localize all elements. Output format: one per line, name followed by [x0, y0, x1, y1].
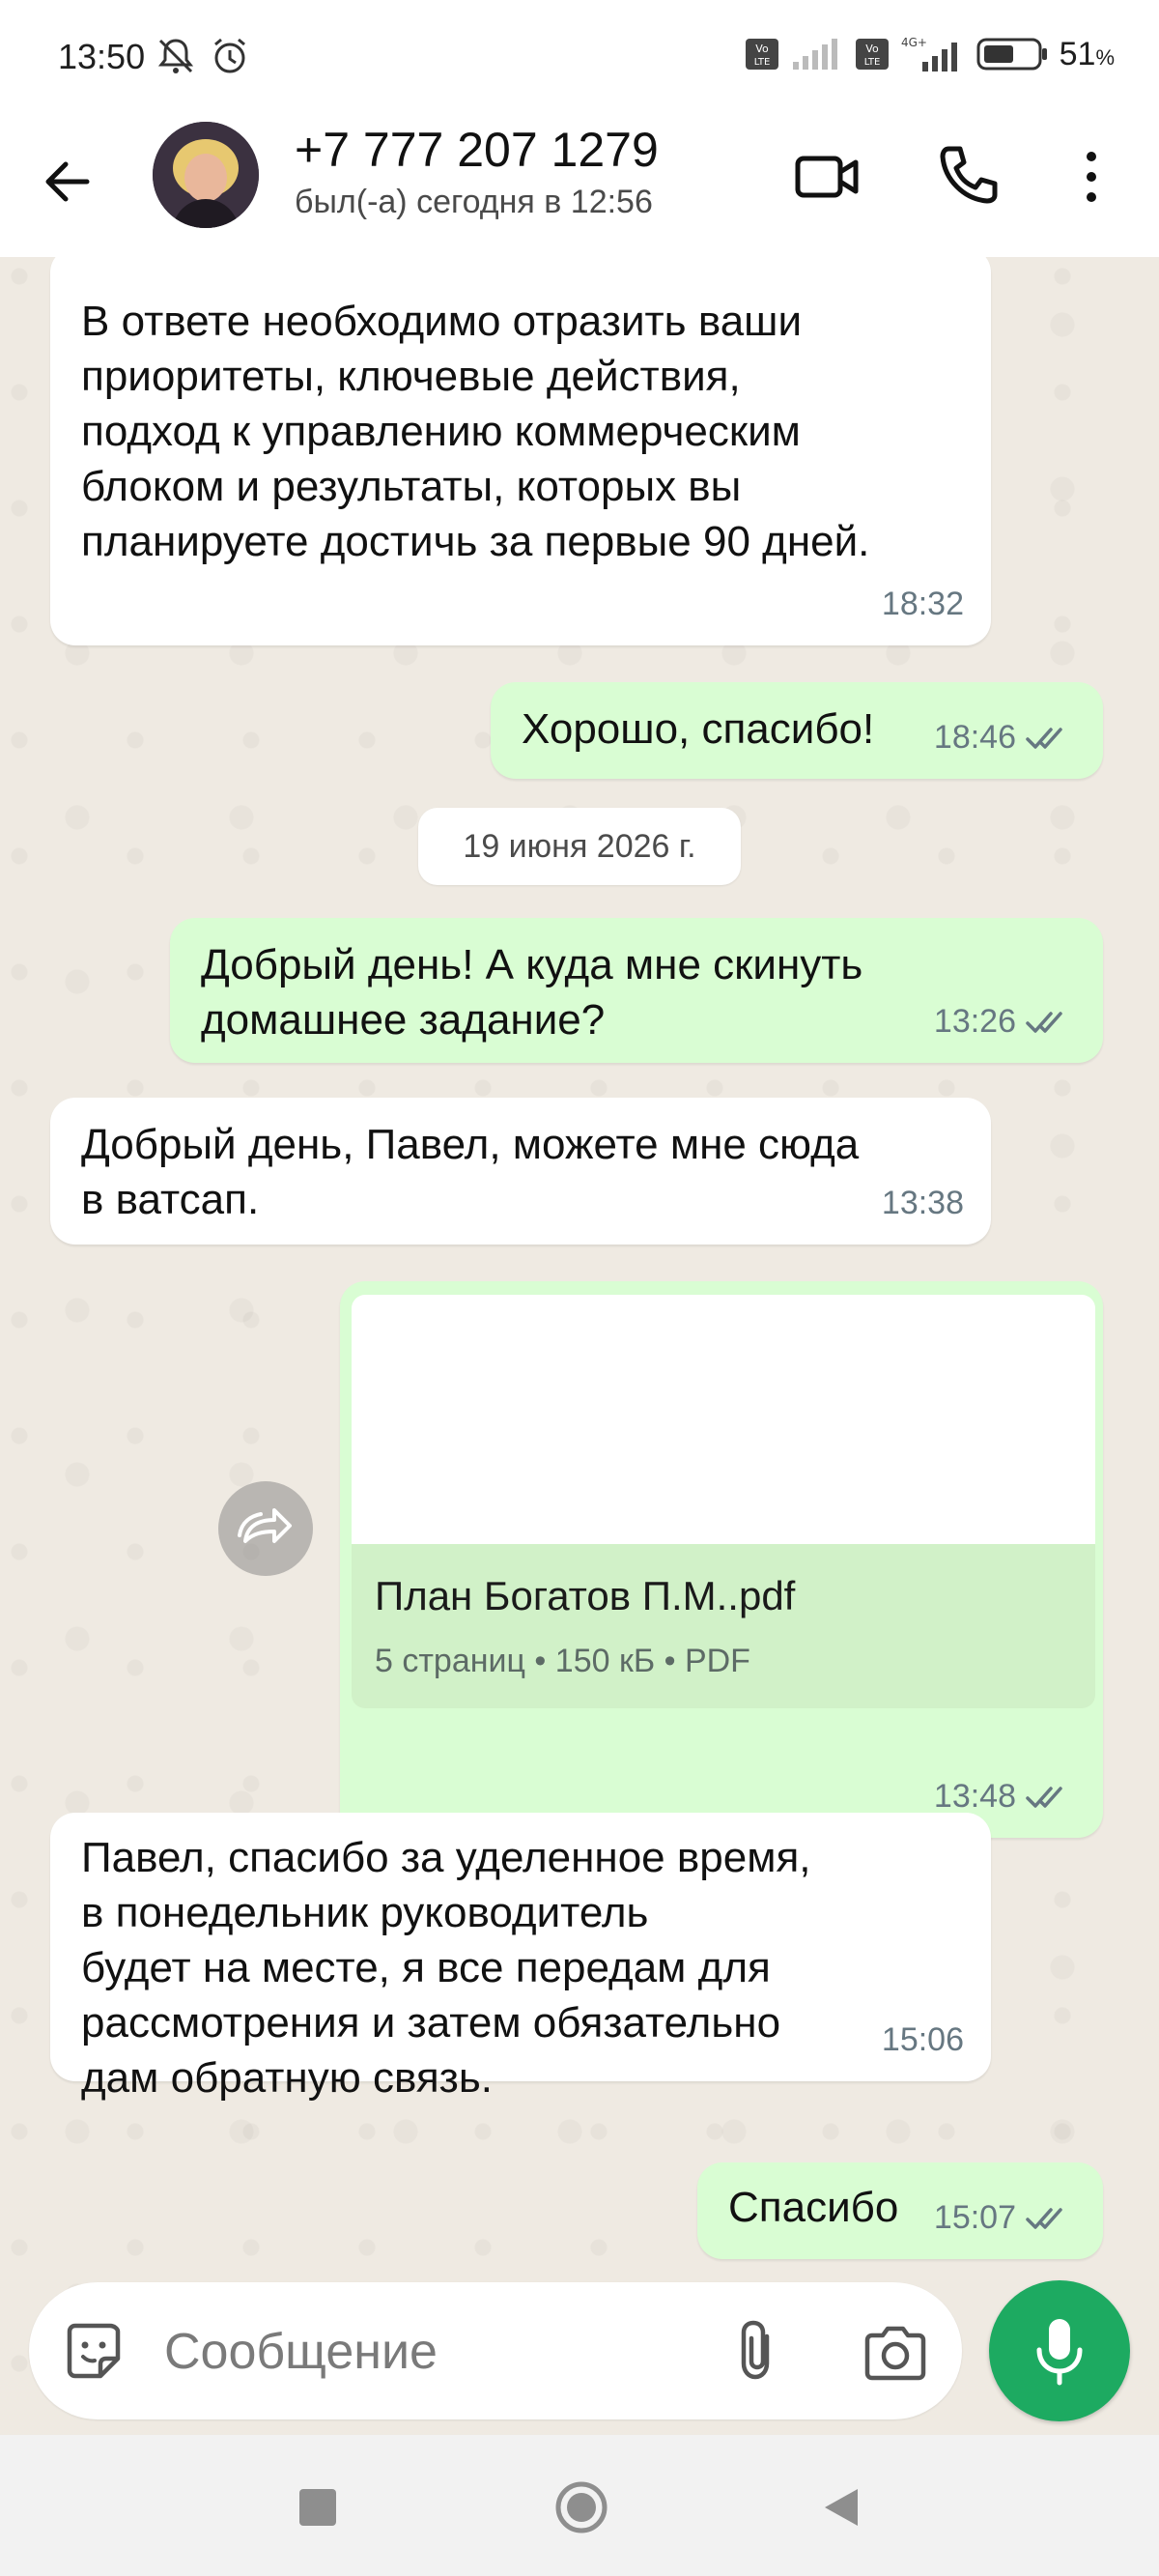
message-time: 15:07	[933, 2199, 1016, 2236]
message-meta: 15:07	[934, 2190, 1076, 2246]
document-info[interactable]: План Богатов П.М..pdf 5 страниц • 150 кБ…	[352, 1544, 1095, 1708]
status-bar: 13:50 Vo LTE Vo LTE 4G+ 51%	[0, 0, 1159, 108]
last-seen-status: был(-а) сегодня в 12:56	[295, 184, 653, 220]
outgoing-message[interactable]: Спасибо 15:07	[697, 2162, 1103, 2259]
document-preview[interactable]	[352, 1295, 1095, 1544]
read-receipt-icon	[1026, 1786, 1062, 1808]
forward-icon	[238, 1508, 292, 1543]
outgoing-message[interactable]: Добрый день! А куда мне скинуть домашнее…	[170, 918, 1103, 1063]
more-options-icon[interactable]	[1072, 143, 1111, 211]
message-input[interactable]: Сообщение	[164, 2323, 438, 2381]
forward-button[interactable]	[218, 1481, 313, 1576]
message-time: 18:46	[933, 719, 1016, 756]
message-meta: 18:46	[934, 710, 1076, 765]
battery-percent-unit: %	[1095, 44, 1115, 70]
status-icons-right: Vo LTE Vo LTE 4G+ 51%	[745, 35, 1115, 73]
message-text: Добрый день, Павел, можете мне сюда в ва…	[81, 1121, 860, 1223]
read-receipt-icon	[1026, 2207, 1062, 2229]
back-arrow-icon[interactable]	[39, 153, 97, 211]
recent-apps-button[interactable]	[299, 2489, 336, 2526]
mute-notifications-icon	[157, 39, 194, 73]
video-call-icon[interactable]	[794, 143, 862, 211]
document-details: 5 страниц • 150 кБ • PDF	[375, 1643, 750, 1679]
phone-call-icon[interactable]	[935, 141, 1003, 209]
battery-percent-value: 51	[1059, 35, 1096, 72]
signal-4g-icon: 4G+	[901, 36, 957, 72]
document-name: План Богатов П.М..pdf	[375, 1573, 796, 1618]
message-text: Павел, спасибо за уделенное время, в пон…	[81, 1834, 811, 2102]
incoming-message[interactable]: Добрый день, Павел, можете мне сюда в ва…	[50, 1098, 991, 1245]
svg-text:4G+: 4G+	[901, 36, 927, 49]
signal-strength-icon	[792, 39, 837, 70]
message-meta: 13:26	[934, 994, 1076, 1049]
chat-messages[interactable]: В ответе необходимо отразить ваши приори…	[0, 257, 1159, 2435]
message-meta: 18:32	[882, 577, 964, 632]
message-time: 15:06	[881, 2021, 964, 2058]
svg-text:LTE: LTE	[753, 57, 770, 68]
back-button[interactable]	[819, 2485, 862, 2530]
outgoing-message[interactable]: Хорошо, спасибо! 18:46	[491, 682, 1103, 779]
chat-header: +7 777 207 1279 был(-а) сегодня в 12:56	[0, 108, 1159, 258]
contact-name[interactable]: +7 777 207 1279	[295, 122, 659, 178]
svg-text:Vo: Vo	[755, 43, 769, 55]
read-receipt-icon	[1026, 1011, 1062, 1033]
volte-icon: Vo LTE	[745, 39, 778, 70]
message-text: В ответе необходимо отразить ваши приори…	[81, 298, 870, 565]
incoming-message[interactable]: Павел, спасибо за уделенное время, в пон…	[50, 1813, 991, 2102]
svg-text:Vo: Vo	[865, 43, 879, 55]
status-time: 13:50	[58, 37, 146, 76]
avatar[interactable]	[153, 122, 259, 228]
home-button[interactable]	[554, 2480, 608, 2534]
microphone-icon	[1036, 2319, 1083, 2386]
incoming-message[interactable]: В ответе необходимо отразить ваши приори…	[50, 257, 991, 645]
svg-text:LTE: LTE	[863, 57, 880, 68]
message-time: 13:26	[933, 1003, 1016, 1040]
date-separator: 19 июня 2026 г.	[418, 808, 741, 885]
message-time: 13:38	[881, 1185, 964, 1221]
volte-icon-2: Vo LTE	[855, 39, 889, 70]
alarm-icon	[214, 38, 245, 73]
read-receipt-icon	[1026, 727, 1062, 749]
sticker-emoji-icon[interactable]	[62, 2320, 124, 2382]
status-icons-left	[155, 35, 251, 77]
message-time: 18:32	[881, 586, 964, 622]
battery-icon	[976, 38, 1047, 71]
message-composer: Сообщение	[29, 2282, 962, 2419]
battery-percent: 51%	[1060, 36, 1115, 73]
message-meta: 15:06	[882, 2013, 964, 2068]
message-meta: 13:38	[882, 1176, 964, 1231]
avatar-image	[153, 122, 259, 228]
camera-icon[interactable]	[862, 2321, 929, 2383]
attachment-icon[interactable]	[728, 2317, 786, 2385]
voice-message-button[interactable]	[989, 2280, 1130, 2421]
